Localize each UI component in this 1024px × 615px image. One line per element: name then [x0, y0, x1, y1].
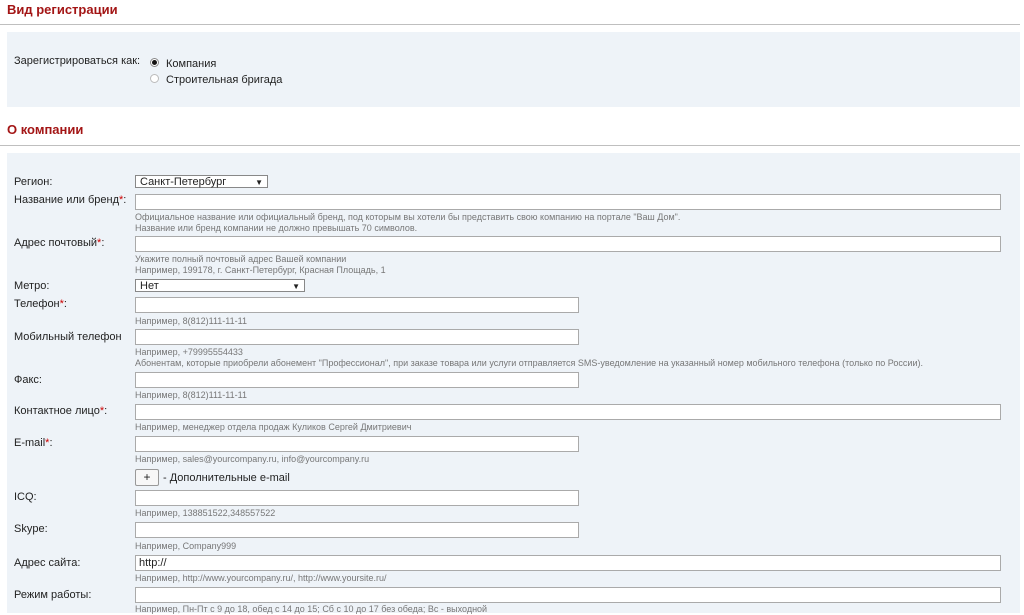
fax-label: Факс: — [14, 374, 42, 386]
skype-hint: Например, Company999 — [135, 541, 237, 551]
section-title-company: О компании — [7, 122, 84, 137]
company-name-hint: Официальное название или официальный бре… — [135, 212, 681, 233]
fax-input[interactable] — [135, 372, 579, 388]
radio-brigade[interactable] — [150, 74, 159, 83]
metro-value: Нет — [140, 280, 159, 292]
hours-input[interactable] — [135, 587, 1001, 603]
region-select[interactable]: Санкт-Петербург ▼ — [135, 175, 268, 188]
region-label: Регион: — [14, 176, 53, 188]
skype-label: Skype: — [14, 523, 48, 535]
hours-label: Режим работы: — [14, 589, 92, 601]
metro-label: Метро: — [14, 280, 50, 292]
site-input[interactable]: http:// — [135, 555, 1001, 571]
skype-input[interactable] — [135, 522, 579, 538]
phone-hint: Например, 8(812)111-11-11 — [135, 316, 247, 326]
hours-hint: Например, Пн-Пт с 9 до 18, обед с 14 до … — [135, 604, 488, 614]
divider — [0, 145, 1020, 146]
mobile-label: Мобильный телефон — [14, 331, 122, 343]
mobile-input[interactable] — [135, 329, 579, 345]
email-input[interactable] — [135, 436, 579, 452]
company-name-input[interactable] — [135, 194, 1001, 210]
metro-select[interactable]: Нет ▼ — [135, 279, 305, 292]
address-hint: Укажите полный почтовый адрес Вашей комп… — [135, 254, 386, 275]
mobile-hint: Например, +79995554433 Абонентам, которы… — [135, 347, 923, 368]
address-label: Адрес почтовый*: — [14, 237, 105, 249]
icq-label: ICQ: — [14, 491, 37, 503]
address-input[interactable] — [135, 236, 1001, 252]
company-name-label: Название или бренд*: — [14, 194, 127, 206]
radio-brigade-label[interactable]: Строительная бригада — [166, 74, 282, 86]
dropdown-arrow-icon: ▼ — [292, 282, 300, 291]
contact-hint: Например, менеджер отдела продаж Куликов… — [135, 422, 412, 432]
phone-label: Телефон*: — [14, 298, 67, 310]
phone-input[interactable] — [135, 297, 579, 313]
dropdown-arrow-icon: ▼ — [255, 178, 263, 187]
radio-company-label[interactable]: Компания — [166, 58, 216, 70]
site-hint: Например, http://www.yourcompany.ru/, ht… — [135, 573, 387, 583]
add-email-button[interactable]: + — [135, 469, 159, 486]
divider — [0, 24, 1020, 25]
radio-company[interactable] — [150, 58, 159, 67]
site-label: Адрес сайта: — [14, 557, 81, 569]
icq-hint: Например, 138851522,348557522 — [135, 508, 276, 518]
email-hint: Например, sales@yourcompany.ru, info@you… — [135, 454, 370, 464]
fax-hint: Например, 8(812)111-11-11 — [135, 390, 247, 400]
site-value: http:// — [139, 557, 167, 569]
region-value: Санкт-Петербург — [140, 176, 227, 188]
registration-panel — [7, 32, 1020, 107]
email-label: E-mail*: — [14, 437, 53, 449]
register-as-label: Зарегистрироваться как: — [14, 55, 141, 67]
icq-input[interactable] — [135, 490, 579, 506]
contact-label: Контактное лицо*: — [14, 405, 108, 417]
contact-input[interactable] — [135, 404, 1001, 420]
add-email-label: - Дополнительные e-mail — [163, 472, 290, 484]
section-title-registration: Вид регистрации — [7, 2, 118, 17]
